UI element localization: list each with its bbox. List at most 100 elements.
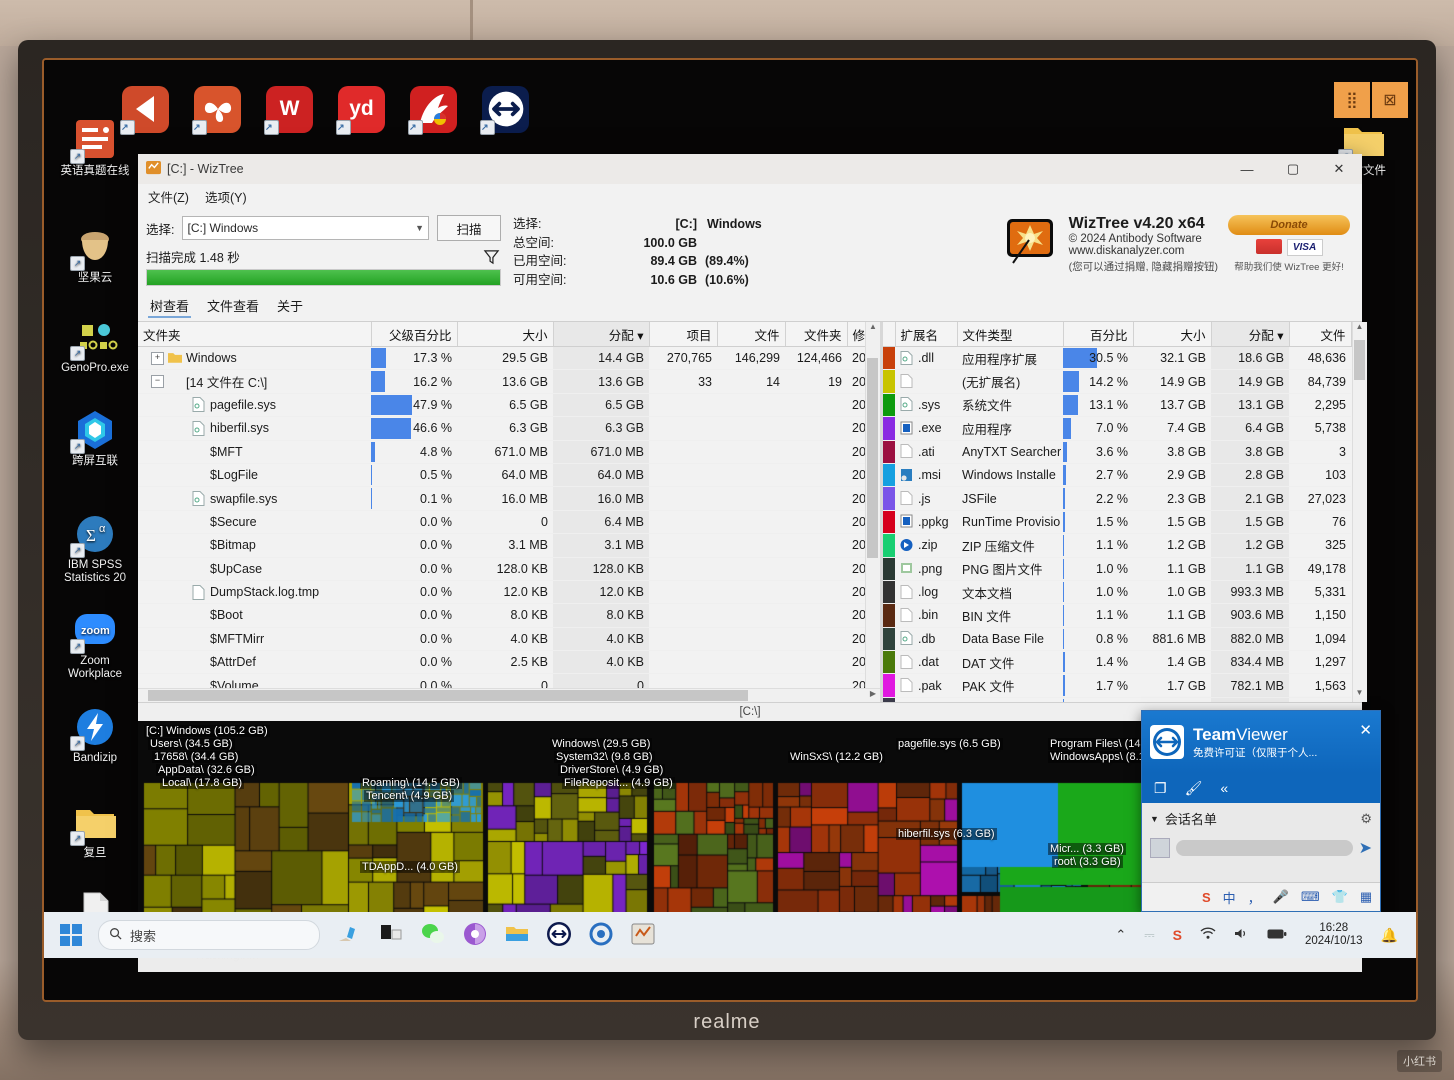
skin-icon[interactable]: 👕 xyxy=(1332,889,1348,905)
tree-cell-name[interactable]: $Secure xyxy=(138,510,371,535)
collapse-icon[interactable]: « xyxy=(1220,780,1228,796)
ext-row[interactable]: .js JSFile 2.2 % 2.3 GB 2.1 GB 27,023 xyxy=(883,486,1351,511)
tree-cell-name[interactable]: − [14 文件在 C:\] xyxy=(138,369,371,394)
taskbar-pinned-apps[interactable] xyxy=(336,921,658,949)
tree-cell-name[interactable]: $Bitmap xyxy=(138,533,371,558)
search-input[interactable]: 搜索 xyxy=(98,920,320,950)
view-tabs[interactable]: 树查看 文件查看 关于 xyxy=(138,291,1362,322)
desktop-icon-3[interactable]: ↗ GenoPro.exe xyxy=(52,315,138,375)
tree-header-5[interactable]: 项目 xyxy=(649,322,718,347)
ext-row[interactable]: .ppkg RunTime Provisio 1.5 % 1.5 GB 1.5 GB 76 xyxy=(883,510,1351,535)
ime-punct-toggle[interactable]: ， xyxy=(1248,888,1261,907)
tree-header-7[interactable]: 文件夹 xyxy=(785,322,848,347)
ext-row[interactable]: .dll 应用程序扩展 30.5 % 32.1 GB 18.6 GB 48,636 xyxy=(883,346,1351,371)
clock[interactable]: 16:28 2024/10/13 xyxy=(1305,922,1363,948)
ime-lang-toggle[interactable]: 中 xyxy=(1223,888,1236,907)
tree-header-6[interactable]: 文件 xyxy=(717,322,786,347)
scan-button[interactable]: 扫描 xyxy=(437,215,501,241)
wechat-icon[interactable] xyxy=(420,921,448,949)
mail-icon[interactable]: ↗ xyxy=(120,85,169,135)
ext-header-7[interactable]: 文件 xyxy=(1289,322,1352,347)
keyboard-icon[interactable]: ⌨ xyxy=(1301,889,1320,905)
ext-row[interactable]: .dat DAT 文件 1.4 % 1.4 GB 834.4 MB 1,297 xyxy=(883,650,1351,675)
bell-icon[interactable]: 🔔 xyxy=(1381,927,1398,944)
desktop-icon-4[interactable]: ↗ 跨屏互联 xyxy=(52,408,138,468)
minimize-button[interactable]: — xyxy=(1224,154,1270,184)
close-button[interactable]: ✕ xyxy=(1316,154,1362,184)
tree-row[interactable]: $MFTMirr0.0 %4.0 KB4.0 KB2022/5/27 1 xyxy=(138,627,865,652)
scroll-right-arrow[interactable]: ▶ xyxy=(870,689,876,698)
teamviewer-session-row[interactable]: ➤ xyxy=(1142,834,1380,862)
ext-header-3[interactable]: 文件类型 xyxy=(957,322,1064,347)
tab-2[interactable]: 文件查看 xyxy=(205,295,261,318)
ext-scroll-down-arrow[interactable]: ▼ xyxy=(1353,688,1367,702)
tree-row[interactable]: hiberfil.sys46.6 %6.3 GB6.3 GB2024/10/11 xyxy=(138,416,865,441)
tree-cell-name[interactable]: $Boot xyxy=(138,603,371,628)
ext-header-2[interactable]: 扩展名 xyxy=(895,322,958,347)
ext-header-6[interactable]: 分配 ▾ xyxy=(1211,322,1290,347)
tree-row[interactable]: + Windows 17.3 % 29.5 GB 14.4 GB 270,765 146,2… xyxy=(138,346,865,371)
teamviewer-close-button[interactable]: ✕ xyxy=(1359,721,1372,739)
tree-cell-name[interactable]: $Volume xyxy=(138,673,371,688)
system-tray[interactable]: ⌃ ⎓ S 16:28 2024/10/13 🔔 xyxy=(1115,922,1416,948)
close-box-icon[interactable]: ⊠ xyxy=(1372,82,1408,118)
tree-expander[interactable]: + xyxy=(151,351,164,365)
dock-right-controls[interactable]: ⣿ ⊠ xyxy=(1334,82,1408,118)
tree-row[interactable]: DumpStack.log.tmp0.0 %12.0 KB12.0 KB2024… xyxy=(138,580,865,605)
sogou-ime-icon[interactable]: S xyxy=(1202,890,1211,905)
settings-icon[interactable] xyxy=(588,921,616,949)
unicorn-icon[interactable]: ↗ xyxy=(408,85,457,135)
ext-row[interactable]: .db Data Base File 0.8 % 881.6 MB 882.0 MB 1,… xyxy=(883,627,1351,652)
window-controls[interactable]: — ▢ ✕ xyxy=(1224,154,1362,184)
ext-row[interactable]: .png PNG 图片文件 1.0 % 1.1 GB 1.1 GB 49,178 xyxy=(883,557,1351,581)
tree-header-2[interactable]: 父级百分比 xyxy=(371,322,458,347)
tree-cell-name[interactable]: swapfile.sys xyxy=(138,486,371,511)
ext-row[interactable]: .bin BIN 文件 1.1 % 1.1 GB 903.6 MB 1,150 xyxy=(883,603,1351,628)
tree-row[interactable]: pagefile.sys47.9 %6.5 GB6.5 GB2024/10/11 xyxy=(138,393,865,418)
tree-header-8[interactable]: 修改时间 xyxy=(847,322,865,347)
teamviewer-icon[interactable]: ↗ xyxy=(480,85,529,135)
ext-row[interactable]: .pak PAK 文件 1.7 % 1.7 GB 782.1 MB 1,563 xyxy=(883,673,1351,698)
tree-cell-name[interactable]: $MFTMirr xyxy=(138,627,371,652)
volume-icon[interactable] xyxy=(1234,927,1249,943)
tree-table[interactable]: 文件夹父级百分比大小分配 ▾项目文件文件夹修改时间 +Windows17.3 %… xyxy=(138,322,865,688)
desktop-icon-2[interactable]: ↗ 坚果云 xyxy=(52,225,138,285)
windows-logo-icon[interactable] xyxy=(60,924,82,946)
tree-cell-name[interactable]: + Windows xyxy=(138,346,371,371)
donate-button[interactable]: Donate xyxy=(1228,215,1350,235)
butterfly-icon[interactable]: ↗ xyxy=(192,85,241,135)
brand-website[interactable]: www.diskanalyzer.com xyxy=(1069,245,1218,257)
drive-select[interactable]: [C:] Windows ▼ xyxy=(182,216,429,240)
tab-1[interactable]: 树查看 xyxy=(148,295,192,318)
youdao-icon[interactable]: yd ↗ xyxy=(336,85,385,135)
hscroll-thumb[interactable] xyxy=(148,690,748,701)
ext-row[interactable]: .log 文本文档 1.0 % 1.0 GB 993.3 MB 5,331 xyxy=(883,580,1351,605)
battery-icon[interactable] xyxy=(1267,928,1287,943)
ext-row[interactable]: .zip ZIP 压缩文件 1.1 % 1.2 GB 1.2 GB 325 xyxy=(883,533,1351,558)
tree-cell-name[interactable]: $UpCase xyxy=(138,557,371,581)
gear-icon[interactable]: ⚙ xyxy=(1360,811,1372,827)
ext-row[interactable]: .exe 应用程序 7.0 % 7.4 GB 6.4 GB 5,738 xyxy=(883,416,1351,441)
chevron-down-icon[interactable]: ▼ xyxy=(1150,814,1159,824)
desktop-icon-8[interactable]: ↗ 复旦 xyxy=(52,800,138,860)
wifi-icon[interactable] xyxy=(1200,927,1216,943)
ext-row[interactable]: .msi Windows Installe 2.7 % 2.9 GB 2.8 GB 103 xyxy=(883,463,1351,488)
scrollbar-thumb[interactable] xyxy=(867,358,878,558)
menu-item-1[interactable]: 文件(Z) xyxy=(148,187,189,206)
ext-header-4[interactable]: 百分比 xyxy=(1063,322,1134,347)
browser-icon[interactable] xyxy=(462,921,490,949)
tree-vertical-scrollbar[interactable]: ▲ xyxy=(865,322,880,688)
tree-horizontal-scrollbar[interactable]: ▶ xyxy=(138,688,880,702)
ext-row[interactable]: .ati AnyTXT Searcher 3.6 % 3.8 GB 3.8 GB 3 xyxy=(883,440,1351,464)
grid-handle-icon[interactable]: ⣿ xyxy=(1334,82,1370,118)
microphone-icon[interactable]: 🎤 xyxy=(1273,889,1289,905)
tree-cell-name[interactable]: DumpStack.log.tmp xyxy=(138,580,371,605)
window-titlebar[interactable]: [C:] - WizTree — ▢ ✕ xyxy=(138,154,1362,184)
tree-row[interactable]: $MFT4.8 %671.0 MB671.0 MB2022/5/27 1 xyxy=(138,440,865,464)
ime-bar[interactable]: S 中 ， 🎤 ⌨ 👕 ▦ xyxy=(1142,882,1380,911)
teamviewer-session-section[interactable]: ▼ 会话名单 ⚙ xyxy=(1142,803,1380,834)
menu-bar[interactable]: 文件(Z) 选项(Y) xyxy=(138,184,1362,209)
ext-vertical-scrollbar[interactable]: ▲ ▼ xyxy=(1351,322,1367,702)
top-dock[interactable]: ↗ ↗ W ↗ yd ↗ ↗ ↗ xyxy=(120,78,529,140)
tree-expander[interactable]: − xyxy=(151,375,164,389)
